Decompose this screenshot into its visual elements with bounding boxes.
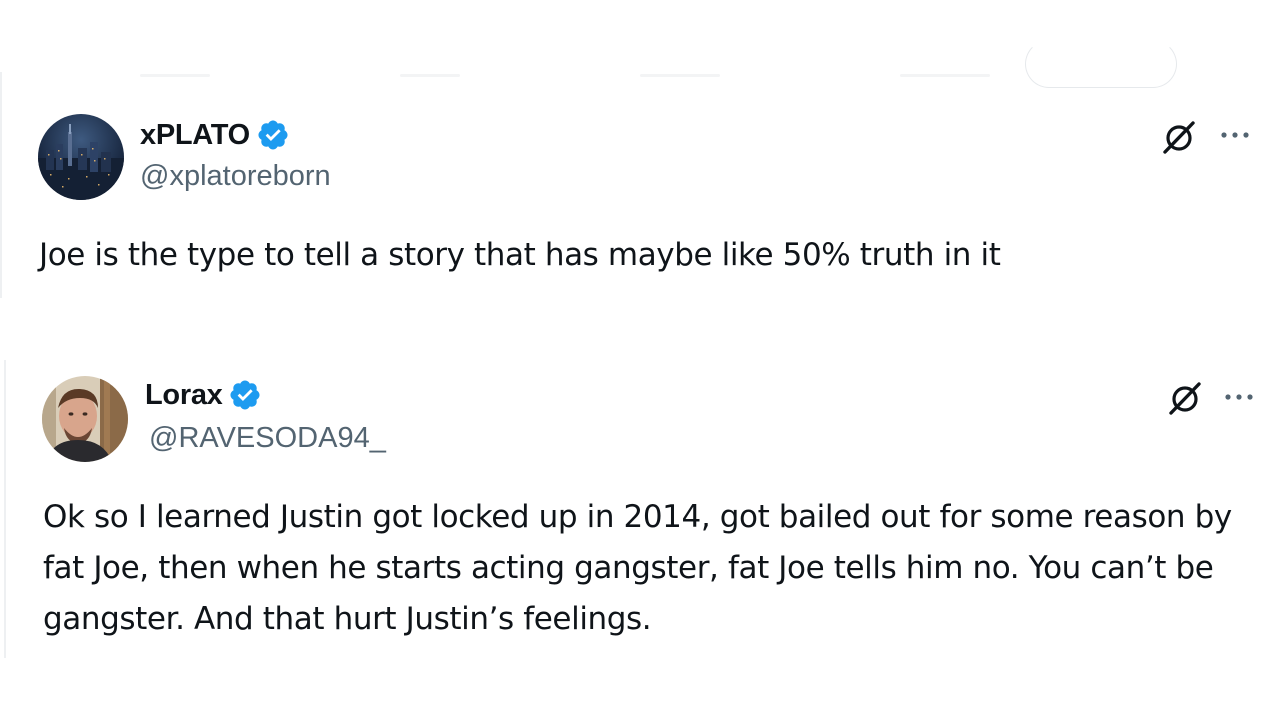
grok-icon[interactable] xyxy=(1160,118,1198,156)
avatar[interactable] xyxy=(38,114,124,200)
more-options-icon[interactable] xyxy=(1222,387,1256,407)
verified-badge-icon[interactable] xyxy=(256,118,290,152)
screenshot-canvas: xPLATO @xplatoreborn Joe is the type to … xyxy=(0,0,1280,720)
man-portrait-avatar xyxy=(42,376,128,462)
more-options-icon[interactable] xyxy=(1218,125,1252,145)
display-name[interactable]: Lorax xyxy=(145,379,223,412)
post-text: Joe is the type to tell a story that has… xyxy=(39,237,1001,273)
user-handle[interactable]: @xplatoreborn xyxy=(140,160,331,193)
post-card[interactable]: xPLATO @xplatoreborn Joe is the type to … xyxy=(0,72,1280,298)
author-name-row[interactable]: xPLATO xyxy=(140,118,290,152)
grok-icon[interactable] xyxy=(1166,379,1204,417)
verified-badge-icon[interactable] xyxy=(228,378,262,412)
city-night-skyline-avatar xyxy=(38,114,124,200)
display-name[interactable]: xPLATO xyxy=(140,119,250,152)
post-card[interactable]: Lorax @RAVESODA94_ Ok so I learned Justi… xyxy=(4,360,1280,658)
author-name-row[interactable]: Lorax xyxy=(145,378,262,412)
post-text: Ok so I learned Justin got locked up in … xyxy=(43,499,1232,637)
user-handle[interactable]: @RAVESODA94_ xyxy=(149,422,386,455)
avatar[interactable] xyxy=(42,376,128,462)
